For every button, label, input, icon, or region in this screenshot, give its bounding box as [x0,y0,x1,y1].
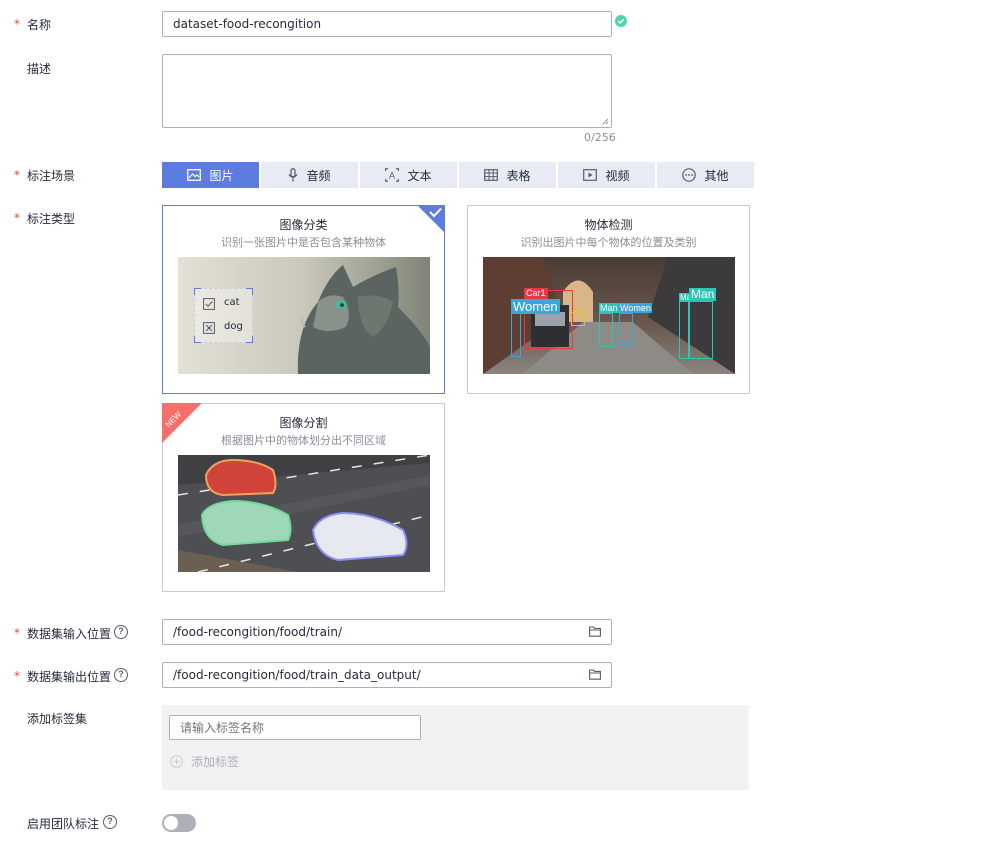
more-icon [682,168,697,182]
card-desc: 根据图片中的物体划分出不同区域 [221,434,386,447]
help-icon[interactable]: ? [114,668,128,682]
detection-box [599,313,613,347]
classification-label-text: cat [224,297,240,308]
scene-option-label: 音频 [306,168,331,183]
required-mark: * [14,17,20,31]
description-counter: 0/256 [584,131,616,144]
label-set-label: 添加标签集 [27,712,88,726]
street-detection-image: Car1 Women Man Women Ma Man [483,257,735,374]
description-label: 描述 [27,62,52,76]
toggle-knob [164,816,178,830]
team-toggle[interactable] [162,814,196,832]
add-label-text: 添加标签 [191,755,240,769]
detection-tag: Women [511,299,560,314]
card-desc: 识别出图片中每个物体的位置及类别 [520,236,697,249]
scene-option-label: 视频 [605,168,630,183]
check-circle-icon [615,15,627,27]
classification-label-text: dog [224,321,243,332]
scene-option-image[interactable]: 图片 [162,162,259,188]
card-desc: 识别一张图片中是否包含某种物体 [221,236,386,249]
type-label: 标注类型 [27,212,76,226]
label-name-input[interactable] [169,715,421,740]
detection-tag: Man [689,287,717,301]
scene-option-audio[interactable]: 音频 [261,162,358,188]
output-path-field[interactable]: /food-recongition/food/train_data_output… [162,662,612,688]
label-set-panel: 添加标签 [162,705,749,790]
input-path-field[interactable]: /food-recongition/food/train/ [162,619,612,645]
output-path-value: /food-recongition/food/train_data_output… [173,668,421,682]
description-textarea[interactable] [162,54,612,128]
scene-option-label: 表格 [506,168,531,183]
detection-tag: Women [619,303,652,313]
folder-icon[interactable] [589,626,601,637]
input-path-label: 数据集输入位置 [27,627,112,641]
text-icon: A [385,168,400,182]
image-icon [187,169,202,181]
name-input[interactable]: dataset-food-recongition [162,11,612,37]
scene-option-label: 其他 [704,168,729,183]
svg-text:A: A [389,171,395,181]
detection-box [619,313,633,345]
cars-segmentation-image [178,455,430,572]
detection-box [571,312,585,326]
checkbox-checked-icon [203,298,215,310]
output-path-label: 数据集输出位置 [27,670,112,684]
type-card-image-classification[interactable]: 图像分类 识别一张图片中是否包含某种物体 cat dog [162,205,445,394]
scene-option-label: 文本 [407,168,432,183]
folder-icon[interactable] [589,669,601,680]
required-mark: * [14,669,20,683]
checkbox-crossed-icon [203,322,215,334]
name-label: 名称 [27,18,52,32]
card-title: 图像分类 [279,218,328,232]
table-icon [484,169,499,181]
type-card-image-segmentation[interactable]: NEW 图像分割 根据图片中的物体划分出不同区域 [162,403,445,592]
card-title: 图像分割 [279,416,328,430]
add-circle-icon [170,755,183,768]
video-icon [583,169,598,181]
required-mark: * [14,626,20,640]
required-mark: * [14,211,20,225]
card-title: 物体检测 [584,218,633,232]
detection-tag: Man [599,303,619,313]
type-card-object-detection[interactable]: 物体检测 识别出图片中每个物体的位置及类别 Car1 Women Man Wom… [467,205,750,394]
scene-option-text[interactable]: A 文本 [360,162,457,188]
scene-option-table[interactable]: 表格 [459,162,556,188]
scene-segmented-control: 图片 音频 A 文本 表格 视频 其他 [162,162,756,188]
add-label-button[interactable]: 添加标签 [170,753,239,770]
detection-box [689,301,713,359]
help-icon[interactable]: ? [114,625,128,639]
help-icon[interactable]: ? [103,815,117,829]
resize-handle-icon[interactable] [602,118,609,125]
microphone-icon [288,168,299,182]
classification-label-box: cat dog [194,288,253,343]
scene-option-video[interactable]: 视频 [558,162,655,188]
required-mark: * [14,168,20,182]
input-path-value: /food-recongition/food/train/ [173,625,343,639]
scene-label: 标注场景 [27,169,76,183]
scene-option-label: 图片 [209,168,234,183]
detection-box [679,297,689,359]
team-label: 启用团队标注 [27,817,100,831]
scene-option-other[interactable]: 其他 [657,162,754,188]
cat-classification-image: cat dog [178,257,430,374]
detection-tag: Car1 [524,288,548,299]
